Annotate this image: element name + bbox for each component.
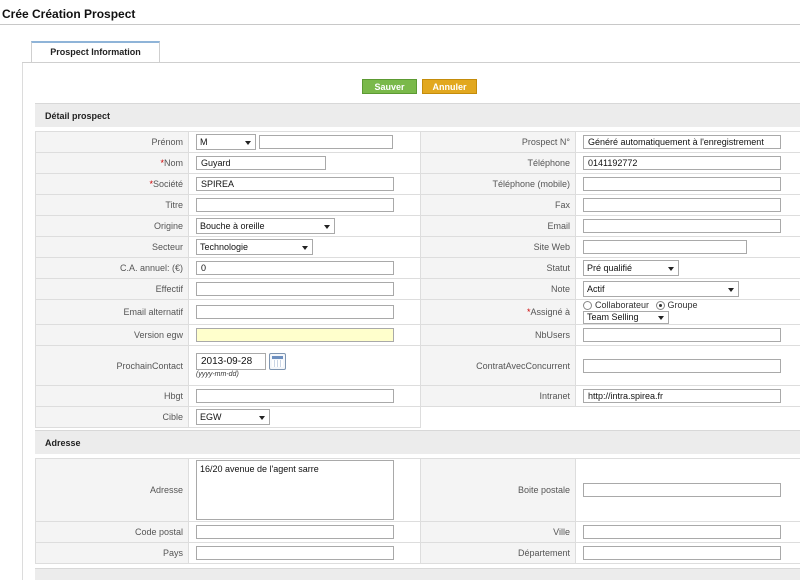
adresse-textarea[interactable]: 16/20 avenue de l'agent sarre [196, 460, 394, 520]
titre-input[interactable] [196, 198, 394, 212]
fax-label: Fax [420, 194, 576, 216]
note-value: Actif [587, 284, 605, 294]
telephone-mobile-label: Téléphone (mobile) [420, 173, 576, 195]
save-button[interactable]: Sauver [362, 79, 417, 94]
panel-border [22, 63, 23, 580]
chevron-down-icon [302, 246, 308, 250]
effectif-label: Effectif [35, 278, 189, 300]
hbgt-input[interactable] [196, 389, 394, 403]
email-alt-label: Email alternatif [35, 299, 189, 325]
prochain-contact-input[interactable]: 2013-09-28 [196, 353, 266, 370]
version-egw-label: Version egw [35, 324, 189, 346]
assigne-value: Team Selling [587, 312, 639, 322]
collaborateur-radio[interactable] [583, 301, 592, 311]
origine-select[interactable]: Bouche à oreille [196, 218, 335, 234]
calendar-icon[interactable] [269, 353, 286, 370]
empty-cell [420, 406, 576, 428]
ville-label: Ville [420, 521, 576, 543]
date-format-hint: (yyyy-mm-dd) [196, 371, 239, 378]
chevron-down-icon [668, 267, 674, 271]
groupe-label: Groupe [667, 300, 698, 310]
prenom-label: Prénom [35, 131, 189, 153]
hbgt-label: Hbgt [35, 385, 189, 407]
site-web-input[interactable] [583, 240, 747, 254]
nbusers-label: NbUsers [420, 324, 576, 346]
detail-form: Prénom M Prospect N° Généré automatiquem… [35, 131, 800, 428]
salutation-select[interactable]: M [196, 134, 256, 150]
site-web-label: Site Web [420, 236, 576, 258]
departement-label: Département [420, 542, 576, 564]
boite-postale-label: Boite postale [420, 458, 576, 522]
chevron-down-icon [259, 416, 265, 420]
prospect-no-input[interactable]: Généré automatiquement à l'enregistremen… [583, 135, 781, 149]
cible-label: Cible [35, 406, 189, 428]
ca-input[interactable]: 0 [196, 261, 394, 275]
origine-label: Origine [35, 215, 189, 237]
fax-input[interactable] [583, 198, 781, 212]
prospect-no-label: Prospect N° [420, 131, 576, 153]
empty-cell [575, 406, 800, 428]
statut-select[interactable]: Pré qualifié [583, 260, 679, 276]
statut-label: Statut [420, 257, 576, 279]
chevron-down-icon [324, 225, 330, 229]
telephone-label: Téléphone [420, 152, 576, 174]
tab-bar-line [22, 62, 800, 63]
groupe-radio[interactable] [655, 301, 665, 311]
section-address-header: Adresse [35, 430, 800, 454]
contrat-input[interactable] [583, 358, 781, 373]
version-egw-input[interactable] [196, 328, 394, 342]
collaborateur-label: Collaborateur [595, 300, 650, 310]
ville-input[interactable] [583, 525, 781, 539]
prenom-input[interactable] [258, 135, 393, 149]
next-section-header [35, 568, 800, 580]
cible-select[interactable]: EGW [196, 409, 270, 425]
chevron-down-icon [658, 316, 664, 320]
nom-input[interactable]: Guyard [196, 156, 326, 170]
cible-value: EGW [200, 412, 222, 422]
section-detail-header: Détail prospect [35, 103, 800, 127]
email-input[interactable] [583, 219, 781, 233]
salutation-value: M [200, 137, 208, 147]
code-postal-label: Code postal [35, 521, 189, 543]
assigne-label: Assigné à [530, 307, 570, 317]
adresse-label: Adresse [35, 458, 189, 522]
pays-label: Pays [35, 542, 189, 564]
address-form: Adresse 16/20 avenue de l'agent sarre Bo… [35, 458, 800, 564]
societe-label: Société [152, 179, 183, 189]
effectif-input[interactable] [196, 282, 394, 296]
assigne-select[interactable]: Team Selling [583, 311, 669, 324]
note-label: Note [420, 278, 576, 300]
email-alt-input[interactable] [196, 305, 394, 319]
telephone-input[interactable]: 0141192772 [583, 156, 781, 170]
boite-postale-input[interactable] [583, 483, 781, 497]
nbusers-input[interactable] [583, 328, 781, 342]
note-select[interactable]: Actif [583, 281, 739, 297]
title-divider [0, 24, 800, 25]
intranet-input[interactable]: http://intra.spirea.fr [583, 389, 781, 403]
origine-value: Bouche à oreille [200, 221, 265, 231]
prochain-contact-label: ProchainContact [35, 345, 189, 386]
titre-label: Titre [35, 194, 189, 216]
statut-value: Pré qualifié [587, 263, 633, 273]
pays-input[interactable] [196, 546, 394, 560]
secteur-label: Secteur [35, 236, 189, 258]
intranet-label: Intranet [420, 385, 576, 407]
nom-label: Nom [163, 158, 183, 168]
chevron-down-icon [245, 141, 251, 145]
secteur-value: Technologie [200, 242, 249, 252]
tab-prospect-information[interactable]: Prospect Information [31, 41, 160, 63]
page-title: Crée Création Prospect [2, 7, 136, 21]
departement-input[interactable] [583, 546, 781, 560]
secteur-select[interactable]: Technologie [196, 239, 313, 255]
contrat-label: ContratAvecConcurrent [420, 345, 576, 386]
societe-input[interactable]: SPIREA [196, 177, 394, 191]
telephone-mobile-input[interactable] [583, 177, 781, 191]
email-label: Email [420, 215, 576, 237]
ca-label: C.A. annuel: (€) [35, 257, 189, 279]
chevron-down-icon [728, 288, 734, 292]
code-postal-input[interactable] [196, 525, 394, 539]
cancel-button[interactable]: Annuler [422, 79, 477, 94]
